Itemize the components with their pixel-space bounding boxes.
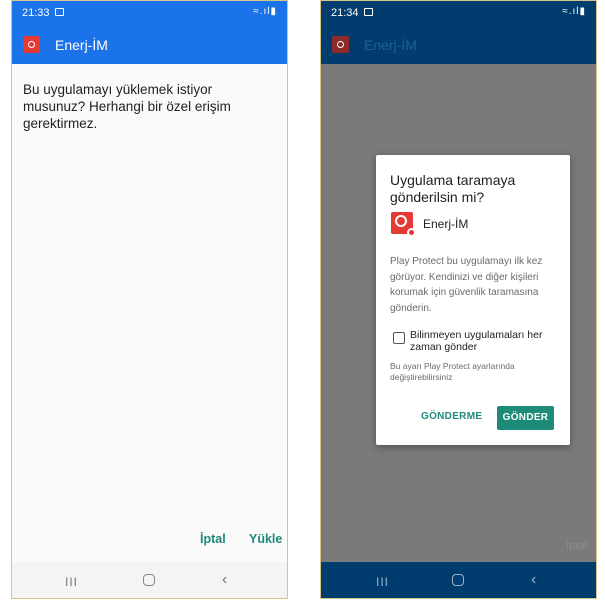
nav-bar: III ‹ [12,562,287,598]
recent-apps-icon[interactable]: III [376,575,389,589]
image-notification-icon [364,8,373,16]
dialog-title: Uygulama taramaya gönderilsin mi? [390,172,516,205]
app-bar: Enerj-İM [12,26,287,64]
status-time: 21:34 [331,7,359,19]
dialog-app-name: Enerj-İM [423,217,469,231]
status-bar: 21:34 ≈.ıl▮ [321,1,596,26]
install-content: Bu uygulamayı yüklemek istiyor musunuz? … [12,64,287,522]
bolt-icon [395,215,407,227]
home-icon[interactable] [452,574,464,586]
app-title: Enerj-İM [364,37,417,53]
home-icon[interactable] [143,574,155,586]
install-prompt: Bu uygulamayı yüklemek istiyor musunuz? … [23,82,231,131]
back-icon[interactable]: ‹ [531,571,536,589]
install-button[interactable]: Yükle [249,532,282,546]
send-button[interactable]: GÖNDER [497,406,554,430]
phone-screen-play-protect: 21:34 ≈.ıl▮ Enerj-İM İptal III ‹ Uygulam… [320,0,597,599]
back-icon[interactable]: ‹ [222,571,227,589]
cancel-button[interactable]: İptal [200,532,226,546]
app-logo-icon [23,36,40,53]
app-logo-icon [332,36,349,53]
settings-note: Bu ayarı Play Protect ayarlarında değişt… [390,361,515,382]
always-send-label[interactable]: Bilinmeyen uygulamaları her zaman gönder [410,329,560,353]
dont-send-button[interactable]: GÖNDERME [421,411,482,422]
phone-screen-install: 21:33 ≈.ıl▮ Enerj-İM Bu uygulamayı yükle… [11,0,288,599]
signal-battery-icon: ≈.ıl▮ [562,6,586,17]
status-bar: 21:33 ≈.ıl▮ [12,1,287,26]
play-protect-dialog: Uygulama taramaya gönderilsin mi? Enerj-… [376,155,570,445]
image-notification-icon [55,8,64,16]
alert-badge-icon [407,228,416,237]
always-send-checkbox[interactable] [393,332,405,344]
nav-bar: III ‹ [321,562,596,598]
app-title: Enerj-İM [55,37,108,53]
status-time: 21:33 [22,7,50,19]
app-icon [391,212,416,237]
recent-apps-icon[interactable]: III [65,575,78,589]
faded-cancel-button: İptal [566,540,587,552]
install-actions: İptal Yükle [12,522,287,562]
dialog-description: Play Protect bu uygulamayı ilk kez görüy… [390,256,543,314]
signal-battery-icon: ≈.ıl▮ [253,6,277,17]
app-bar: Enerj-İM [321,26,596,64]
